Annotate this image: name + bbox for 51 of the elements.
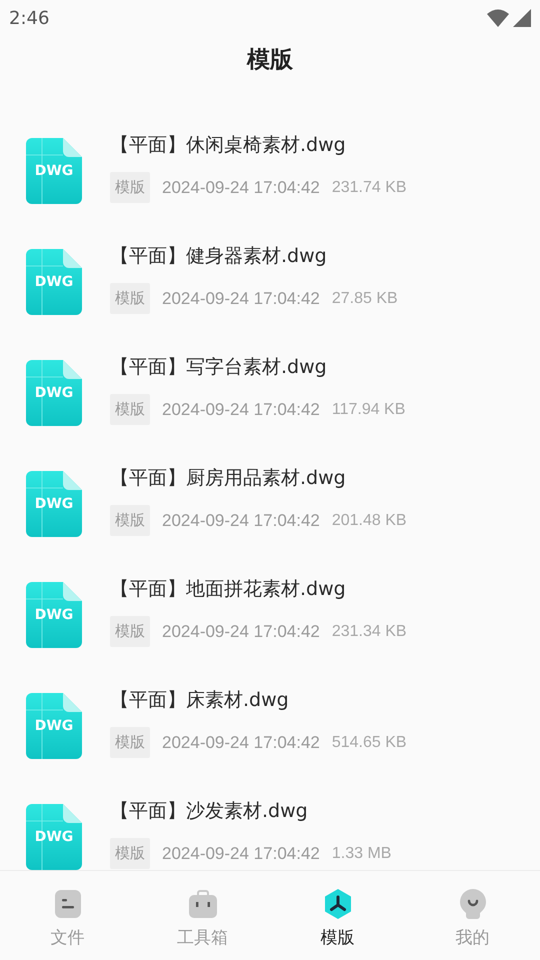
file-date: 2024-09-24 17:04:42 [162, 620, 320, 643]
file-row[interactable]: DWG 【平面】厨房用品素材.dwg 模版 2024-09-24 17:04:42 201.48 KB [0, 454, 540, 565]
file-size: 27.85 KB [332, 288, 398, 308]
dwg-file-icon: DWG [26, 471, 82, 537]
template-tag: 模版 [110, 394, 150, 425]
file-row[interactable]: DWG 【平面】沙发素材.dwg 模版 2024-09-24 17:04:42 1.33 MB [0, 787, 540, 870]
file-name: 【平面】写字台素材.dwg [110, 355, 328, 380]
file-name: 【平面】地面拼花素材.dwg [110, 577, 347, 602]
briefcase-icon [188, 890, 216, 918]
file-date: 2024-09-24 17:04:42 [162, 732, 320, 754]
wifi-icon [487, 9, 509, 27]
template-tag: 模版 [110, 727, 150, 758]
file-date: 2024-09-24 17:04:42 [162, 176, 320, 199]
template-tag: 模版 [110, 616, 150, 647]
dwg-file-icon: DWG [26, 249, 82, 315]
template-tag: 模版 [110, 283, 150, 314]
template-tag: 模版 [110, 172, 150, 203]
file-name: 【平面】床素材.dwg [110, 688, 290, 713]
file-size: 1.33 MB [332, 844, 392, 864]
file-date: 2024-09-24 17:04:42 [162, 398, 320, 421]
file-size: 231.74 KB [332, 178, 407, 198]
file-size: 231.34 KB [332, 622, 407, 642]
file-date: 2024-09-24 17:04:42 [162, 842, 320, 865]
file-date: 2024-09-24 17:04:42 [162, 510, 320, 532]
dwg-file-icon: DWG [26, 138, 82, 204]
signal-icon [513, 9, 531, 27]
nav-tab[interactable]: 模版 [270, 871, 405, 960]
smiley-icon [460, 889, 486, 919]
dwg-file-icon: DWG [26, 360, 82, 426]
dwg-file-icon: DWG [26, 693, 82, 759]
template-tag: 模版 [110, 838, 150, 869]
file-name: 【平面】厨房用品素材.dwg [110, 466, 347, 491]
file-row[interactable]: DWG 【平面】健身器素材.dwg 模版 2024-09-24 17:04:42 27.85 KB [0, 232, 540, 343]
file-row[interactable]: DWG 【平面】休闲桌椅素材.dwg 模版 2024-09-24 17:04:42 231.74 KB [0, 121, 540, 232]
hexagon-icon [324, 889, 352, 919]
document-icon [54, 890, 80, 918]
dwg-file-icon: DWG [26, 582, 82, 648]
file-row[interactable]: DWG 【平面】地面拼花素材.dwg 模版 2024-09-24 17:04:42 231.34 KB [0, 565, 540, 676]
file-row[interactable]: DWG 【平面】写字台素材.dwg 模版 2024-09-24 17:04:42 117.94 KB [0, 343, 540, 454]
file-name: 【平面】休闲桌椅素材.dwg [110, 133, 347, 158]
dwg-file-icon: DWG [26, 804, 82, 870]
status-time: 2:46 [9, 6, 50, 30]
file-size: 514.65 KB [332, 732, 407, 752]
file-date: 2024-09-24 17:04:42 [162, 288, 320, 310]
file-name: 【平面】健身器素材.dwg [110, 244, 328, 269]
page-title: 模版 [247, 46, 293, 75]
file-size: 117.94 KB [332, 400, 406, 420]
file-size: 201.48 KB [332, 510, 407, 530]
file-row[interactable]: DWG 【平面】床素材.dwg 模版 2024-09-24 17:04:42 514.65 KB [0, 676, 540, 787]
template-tag: 模版 [110, 505, 150, 536]
file-name: 【平面】沙发素材.dwg [110, 799, 309, 824]
